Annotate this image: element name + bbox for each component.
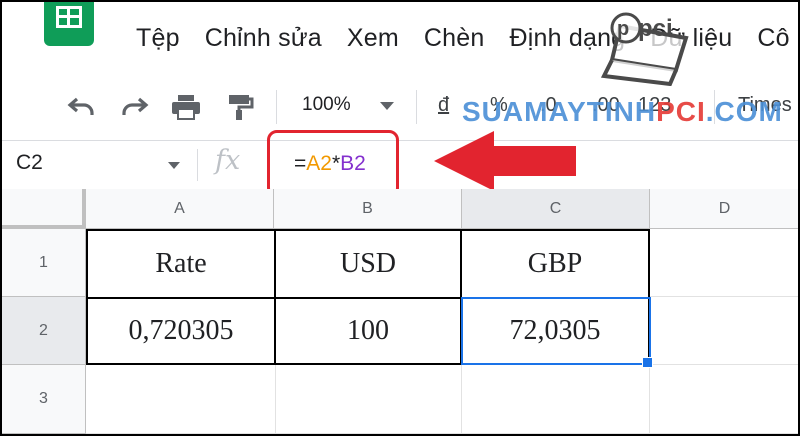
name-box[interactable]: C2 [16, 151, 43, 175]
red-arrow-icon [434, 131, 576, 191]
paint-format-icon[interactable] [222, 92, 258, 122]
screenshot-frame: Tệp Chỉnh sửa Xem Chèn Định dạng Dữ liệu Cô 10… [0, 0, 800, 436]
cell-a1[interactable]: Rate [86, 229, 276, 299]
formula-highlight-box [267, 130, 399, 198]
spreadsheet-grid: A B C D 1 2 3 Rate USD GBP 0,720305 100 … [2, 189, 798, 434]
cell-d1[interactable] [650, 229, 798, 297]
select-all-corner[interactable] [2, 189, 86, 229]
svg-text:pci: pci [638, 15, 673, 42]
zoom-dropdown-icon[interactable] [380, 102, 394, 110]
column-header-b[interactable]: B [274, 189, 462, 229]
watermark-brand: PCI [656, 96, 706, 127]
undo-icon[interactable] [64, 92, 100, 122]
cell-c2[interactable]: 72,0305 [462, 299, 650, 365]
cell-a3[interactable] [86, 365, 276, 434]
menu-tools-partial[interactable]: Cô [757, 24, 789, 53]
menu-insert[interactable]: Chèn [424, 24, 485, 53]
watermark-suffix: .COM [705, 96, 783, 127]
cell-b3[interactable] [276, 365, 462, 434]
column-header-c[interactable]: C [462, 189, 650, 229]
watermark-text: SUAMAYTINHPCI.COM [462, 96, 783, 128]
currency-format-button[interactable]: đ [438, 94, 449, 117]
menu-view[interactable]: Xem [347, 24, 399, 53]
menu-file[interactable]: Tệp [136, 24, 180, 53]
column-header-a[interactable]: A [86, 189, 274, 229]
fx-icon: fx [215, 145, 241, 176]
cell-c1[interactable]: GBP [462, 229, 650, 299]
sheets-logo-icon[interactable] [44, 2, 94, 46]
toolbar-separator [276, 90, 277, 124]
menu-bar: Tệp Chỉnh sửa Xem Chèn Định dạng Dữ liệu Cô [136, 24, 798, 58]
watermark-main: SUAMAYTINH [462, 96, 657, 127]
formula-separator [197, 149, 198, 181]
row-header-2[interactable]: 2 [2, 297, 86, 365]
cell-c3[interactable] [462, 365, 650, 434]
fill-handle[interactable] [642, 357, 653, 368]
cell-b2[interactable]: 100 [276, 299, 462, 365]
pci-watermark-logo-icon: p pci [600, 12, 689, 86]
row-header-1[interactable]: 1 [2, 229, 86, 297]
name-box-dropdown-icon[interactable] [168, 162, 180, 169]
cell-a2[interactable]: 0,720305 [86, 299, 276, 365]
svg-text:p: p [617, 18, 629, 40]
cell-d2[interactable] [650, 297, 798, 365]
zoom-select[interactable]: 100% [302, 94, 351, 116]
print-icon[interactable] [168, 92, 204, 122]
column-header-d[interactable]: D [650, 189, 798, 229]
toolbar-separator [416, 90, 417, 124]
menu-edit[interactable]: Chỉnh sửa [205, 24, 322, 53]
redo-icon[interactable] [116, 92, 152, 122]
cell-b1[interactable]: USD [276, 229, 462, 299]
cell-d3[interactable] [650, 365, 798, 434]
row-header-3[interactable]: 3 [2, 365, 86, 434]
formula-bar: C2 fx =A2*B2 [2, 140, 798, 190]
